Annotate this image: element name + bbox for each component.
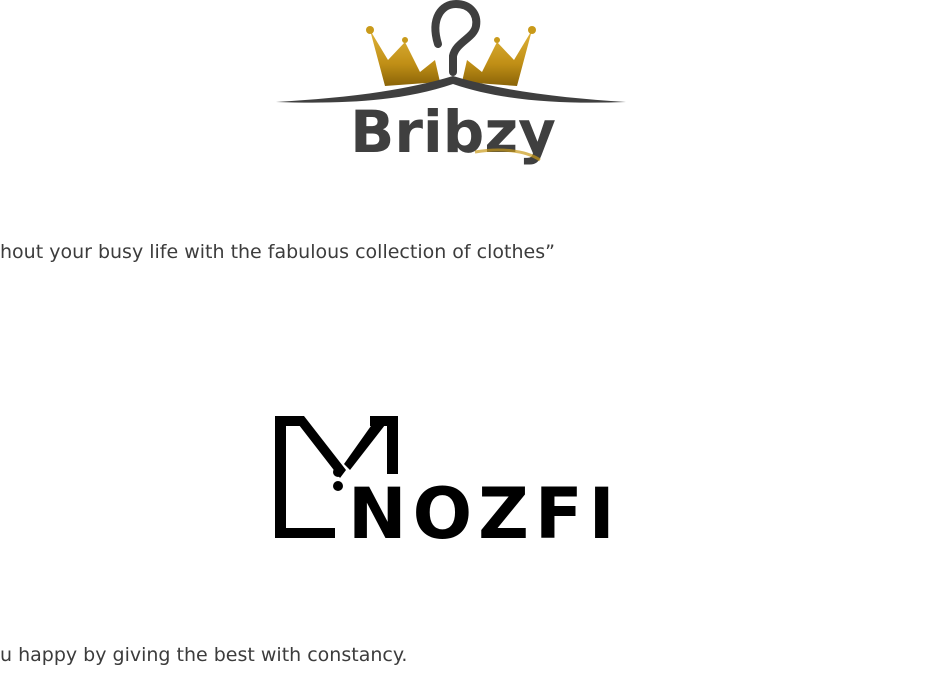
mnozfi-wordmark: NOZFI bbox=[348, 473, 621, 545]
hanger-icon bbox=[276, 0, 626, 103]
mnozfi-tagline: u happy by giving the best with constanc… bbox=[0, 644, 408, 666]
mnozfi-logo: NOZFI bbox=[275, 416, 621, 545]
bribzy-tagline: hout your busy life with the fabulous co… bbox=[0, 241, 555, 263]
bribzy-logo: Bribzy bbox=[276, 0, 626, 166]
bribzy-wordmark: Bribzy bbox=[350, 98, 556, 166]
